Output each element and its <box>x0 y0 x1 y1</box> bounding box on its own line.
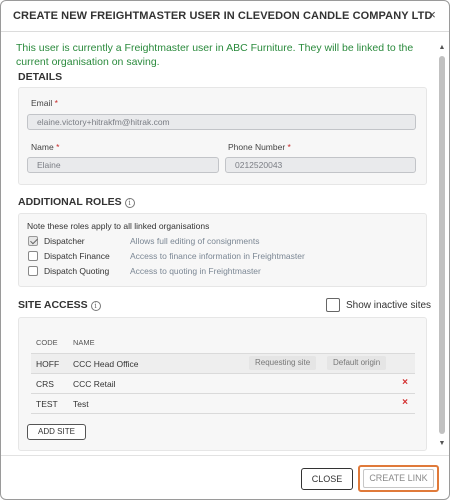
site-code: HOFF <box>36 359 60 369</box>
email-label: Email * <box>31 98 58 108</box>
close-button[interactable]: CLOSE <box>301 468 353 490</box>
dispatch-finance-checkbox[interactable] <box>28 251 38 261</box>
vertical-scrollbar[interactable]: ▲ ▼ <box>438 44 446 448</box>
site-name: Test <box>73 399 89 409</box>
role-name: Dispatch Quoting <box>44 266 110 276</box>
create-link-button[interactable]: CREATE LINK <box>363 469 434 488</box>
site-name: CCC Retail <box>73 379 116 389</box>
show-inactive-sites-label: Show inactive sites <box>346 300 432 311</box>
role-description: Access to quoting in Freightmaster <box>130 266 261 276</box>
add-site-button[interactable]: ADD SITE <box>27 424 86 440</box>
table-row[interactable]: HOFF CCC Head Office Requesting site Def… <box>31 354 415 373</box>
role-name: Dispatch Finance <box>44 251 110 261</box>
remove-site-icon[interactable]: × <box>402 378 408 388</box>
name-field[interactable]: Elaine <box>27 157 219 173</box>
dispatcher-checkbox[interactable] <box>28 236 38 246</box>
site-access-title: SITE ACCESS i <box>18 299 101 311</box>
footer-divider <box>1 455 449 456</box>
dialog-title: CREATE NEW FREIGHTMASTER USER IN CLEVEDO… <box>13 10 433 22</box>
scroll-up-icon[interactable]: ▲ <box>438 44 446 52</box>
role-description: Allows full editing of consignments <box>130 236 260 246</box>
show-inactive-sites-checkbox[interactable] <box>326 298 340 312</box>
required-marker: * <box>56 142 60 152</box>
site-name: CCC Head Office <box>73 359 139 369</box>
details-section-title: DETAILS <box>18 71 63 83</box>
roles-note: Note these roles apply to all linked org… <box>27 221 210 231</box>
column-header-code: CODE <box>36 338 58 347</box>
table-row[interactable]: TEST Test × <box>31 394 415 413</box>
site-code: CRS <box>36 379 54 389</box>
email-field[interactable]: elaine.victory+hitrakfm@hitrak.com <box>27 114 416 130</box>
phone-field[interactable]: 0212520043 <box>225 157 416 173</box>
phone-label: Phone Number * <box>228 142 291 152</box>
info-icon[interactable]: i <box>124 198 135 208</box>
required-marker: * <box>54 98 58 108</box>
create-user-dialog: CREATE NEW FREIGHTMASTER USER IN CLEVEDO… <box>0 0 450 500</box>
close-icon[interactable]: × <box>425 8 439 22</box>
title-divider <box>1 31 449 32</box>
remove-site-icon[interactable]: × <box>402 398 408 408</box>
info-icon[interactable]: i <box>90 301 101 311</box>
role-description: Access to finance information in Freight… <box>130 251 305 261</box>
role-name: Dispatcher <box>44 236 85 246</box>
default-origin-tag: Default origin <box>327 356 387 370</box>
scroll-down-icon[interactable]: ▼ <box>438 440 446 448</box>
table-row[interactable]: CRS CCC Retail × <box>31 374 415 393</box>
create-link-button-focus-ring[interactable]: CREATE LINK <box>358 465 439 492</box>
required-marker: * <box>287 142 291 152</box>
additional-roles-title: ADDITIONAL ROLES i <box>18 196 135 208</box>
scrollbar-thumb[interactable] <box>439 56 445 434</box>
dispatch-quoting-checkbox[interactable] <box>28 266 38 276</box>
site-code: TEST <box>36 399 58 409</box>
linked-user-notice: This user is currently a Freightmaster u… <box>16 42 414 68</box>
table-divider <box>31 413 415 414</box>
column-header-name: NAME <box>73 338 95 347</box>
requesting-site-tag: Requesting site <box>249 356 317 370</box>
name-label: Name * <box>31 142 60 152</box>
